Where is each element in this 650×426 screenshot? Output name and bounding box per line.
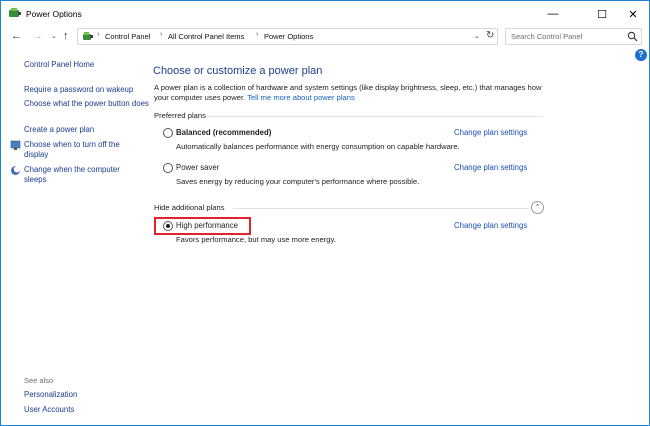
change-plan-settings-balanced[interactable]: Change plan settings bbox=[454, 128, 527, 137]
learn-more-link[interactable]: Tell me more about power plans bbox=[247, 93, 355, 102]
power-options-window: Power Options — ☐ ✕ ← → ⌄ ↑ › Control Pa… bbox=[0, 0, 650, 426]
search-icon[interactable] bbox=[627, 31, 638, 42]
up-arrow-icon[interactable]: ↑ bbox=[63, 30, 69, 42]
radio-high-performance[interactable] bbox=[163, 221, 173, 231]
refresh-icon[interactable]: ↻ bbox=[486, 30, 494, 41]
sleep-moon-icon bbox=[11, 166, 21, 175]
breadcrumb-power-options[interactable]: Power Options bbox=[264, 32, 313, 41]
change-plan-settings-high-performance[interactable]: Change plan settings bbox=[454, 221, 527, 230]
close-button[interactable]: ✕ bbox=[613, 1, 650, 27]
title-bar[interactable]: Power Options — ☐ ✕ bbox=[1, 1, 649, 27]
sidebar-display-off[interactable]: Choose when to turn off the display bbox=[24, 140, 136, 160]
sidebar-create-plan[interactable]: Create a power plan bbox=[24, 125, 94, 135]
sidebar-control-panel-home[interactable]: Control Panel Home bbox=[24, 60, 94, 70]
plan-name-high-performance[interactable]: High performance bbox=[176, 221, 238, 230]
breadcrumb-separator: › bbox=[256, 31, 259, 38]
breadcrumb-separator: › bbox=[97, 31, 100, 38]
sidebar-computer-sleeps[interactable]: Change when the computer sleeps bbox=[24, 165, 136, 185]
address-dropdown-icon[interactable]: ⌄ bbox=[474, 32, 480, 40]
help-icon[interactable]: ? bbox=[635, 49, 647, 61]
sidebar-power-button[interactable]: Choose what the power button does bbox=[24, 99, 149, 109]
plan-desc-balanced: Automatically balances performance with … bbox=[176, 142, 460, 151]
see-also-user-accounts[interactable]: User Accounts bbox=[24, 405, 74, 415]
page-title: Choose or customize a power plan bbox=[153, 65, 323, 77]
radio-balanced[interactable] bbox=[163, 128, 173, 138]
preferred-plans-title: Preferred plans bbox=[154, 111, 206, 120]
breadcrumb-control-panel[interactable]: Control Panel bbox=[105, 32, 150, 41]
power-options-icon bbox=[9, 8, 21, 17]
plan-name-power-saver[interactable]: Power saver bbox=[176, 163, 219, 172]
plan-desc-high-performance: Favors performance, but may use more ene… bbox=[176, 235, 336, 244]
see-also-personalization[interactable]: Personalization bbox=[24, 390, 77, 400]
page-description: A power plan is a collection of hardware… bbox=[154, 83, 554, 103]
plan-desc-power-saver: Saves energy by reducing your computer's… bbox=[176, 177, 420, 186]
forward-arrow-icon[interactable]: → bbox=[32, 30, 43, 42]
radio-power-saver[interactable] bbox=[163, 163, 173, 173]
recent-locations-dropdown-icon[interactable]: ⌄ bbox=[51, 32, 57, 40]
sidebar-require-password[interactable]: Require a password on wakeup bbox=[24, 85, 133, 95]
search-placeholder: Search Control Panel bbox=[511, 32, 583, 41]
minimize-button[interactable]: — bbox=[533, 1, 573, 27]
search-input[interactable]: Search Control Panel bbox=[505, 28, 642, 45]
navigation-bar: ← → ⌄ ↑ › Control Panel › All Control Pa… bbox=[1, 27, 649, 47]
see-also-title: See also bbox=[24, 376, 54, 385]
control-panel-icon bbox=[83, 32, 93, 40]
additional-plans-title[interactable]: Hide additional plans bbox=[154, 203, 225, 212]
monitor-shield-icon bbox=[10, 140, 21, 150]
back-arrow-icon[interactable]: ← bbox=[11, 30, 22, 42]
breadcrumb-separator: › bbox=[160, 31, 163, 38]
section-divider bbox=[206, 116, 543, 117]
collapse-chevron-icon[interactable]: ⌃ bbox=[531, 201, 544, 214]
address-bar[interactable]: › Control Panel › All Control Panel Item… bbox=[77, 28, 498, 45]
window-title: Power Options bbox=[26, 9, 82, 19]
change-plan-settings-power-saver[interactable]: Change plan settings bbox=[454, 163, 527, 172]
plan-name-balanced[interactable]: Balanced (recommended) bbox=[176, 128, 271, 137]
breadcrumb-all-items[interactable]: All Control Panel Items bbox=[168, 32, 244, 41]
section-divider bbox=[233, 208, 529, 209]
